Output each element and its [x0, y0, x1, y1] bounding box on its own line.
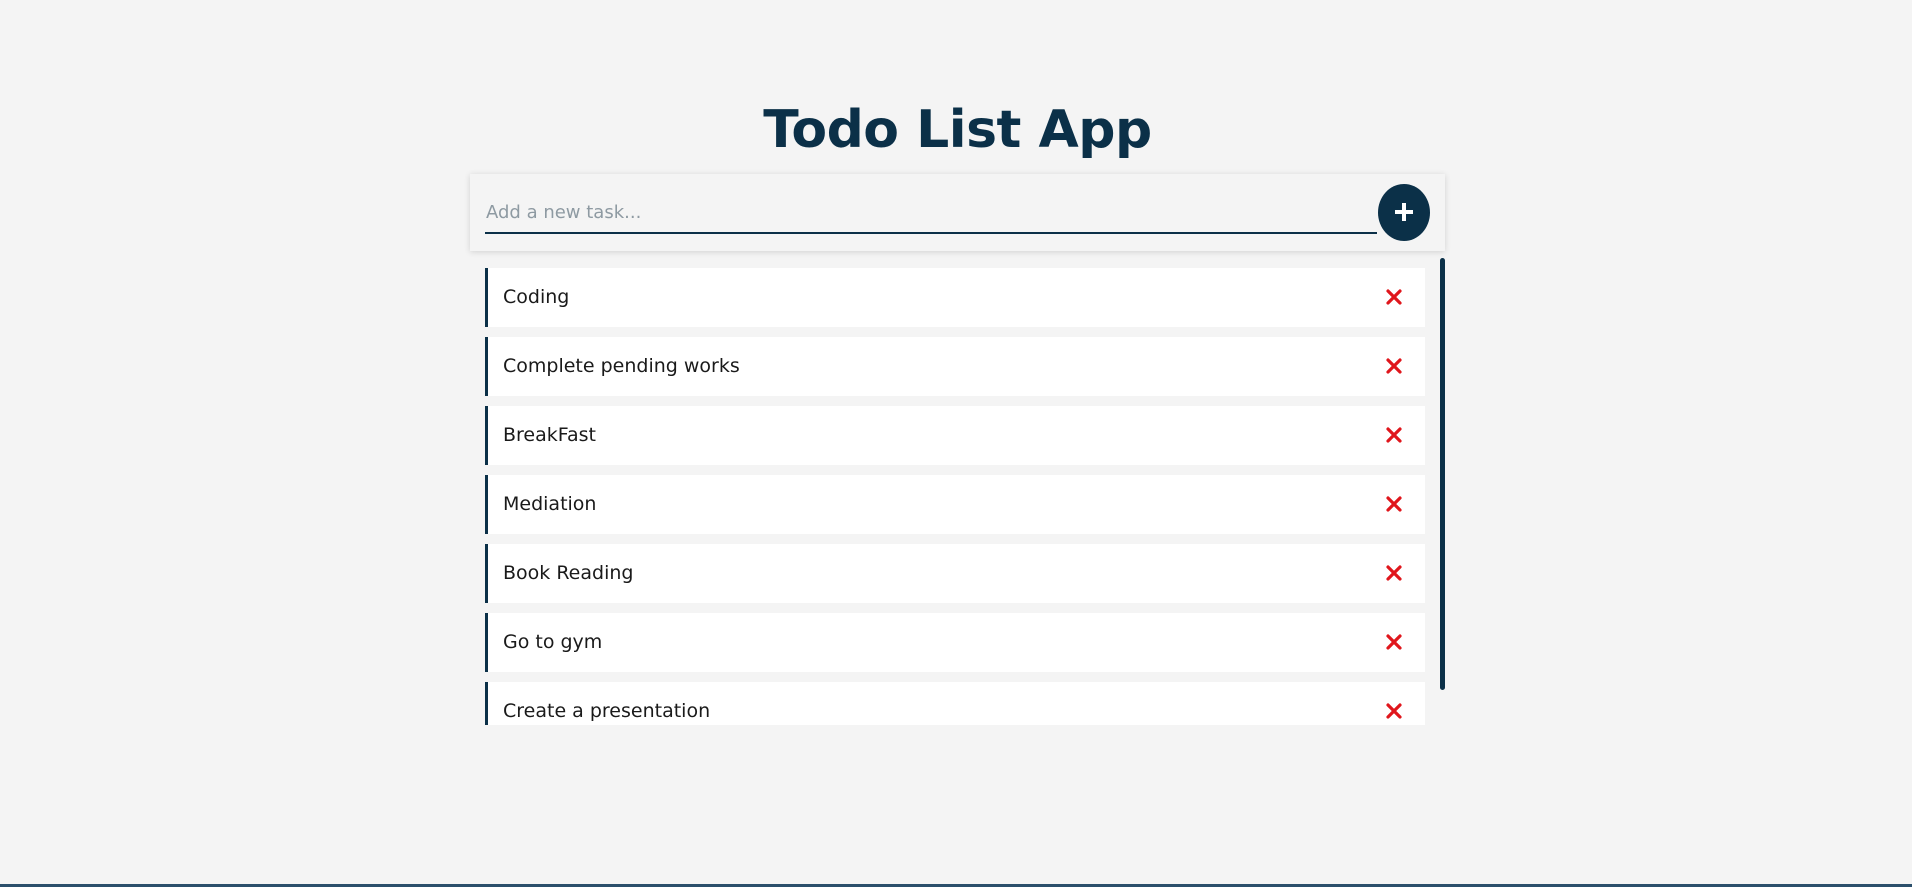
close-icon	[1386, 289, 1402, 305]
task-item: BreakFast	[485, 406, 1425, 465]
delete-task-button[interactable]	[1385, 702, 1403, 720]
delete-task-button[interactable]	[1385, 288, 1403, 306]
add-task-button[interactable]	[1378, 184, 1430, 241]
close-icon	[1386, 427, 1402, 443]
task-input[interactable]	[485, 192, 1377, 234]
task-input-panel	[470, 174, 1445, 251]
delete-task-button[interactable]	[1385, 426, 1403, 444]
task-list-container: Coding Complete pending works BreakFast	[470, 257, 1445, 725]
task-label: Complete pending works	[503, 355, 740, 377]
delete-task-button[interactable]	[1385, 357, 1403, 375]
task-item: Book Reading	[485, 544, 1425, 603]
plus-icon	[1395, 203, 1413, 221]
task-label: Book Reading	[503, 562, 634, 584]
task-list: Coding Complete pending works BreakFast	[485, 268, 1425, 725]
task-item: Coding	[485, 268, 1425, 327]
delete-task-button[interactable]	[1385, 564, 1403, 582]
task-list-scrollbar[interactable]	[1440, 258, 1445, 690]
task-item: Go to gym	[485, 613, 1425, 672]
close-icon	[1386, 358, 1402, 374]
close-icon	[1386, 703, 1402, 719]
task-item: Mediation	[485, 475, 1425, 534]
task-item: Create a presentation	[485, 682, 1425, 725]
task-label: Go to gym	[503, 631, 603, 653]
task-label: Create a presentation	[503, 700, 711, 722]
task-item: Complete pending works	[485, 337, 1425, 396]
task-label: BreakFast	[503, 424, 596, 446]
close-icon	[1386, 634, 1402, 650]
task-label: Mediation	[503, 493, 597, 515]
delete-task-button[interactable]	[1385, 633, 1403, 651]
page-title: Todo List App	[763, 100, 1152, 160]
delete-task-button[interactable]	[1385, 495, 1403, 513]
close-icon	[1386, 496, 1402, 512]
close-icon	[1386, 565, 1402, 581]
task-label: Coding	[503, 286, 570, 308]
